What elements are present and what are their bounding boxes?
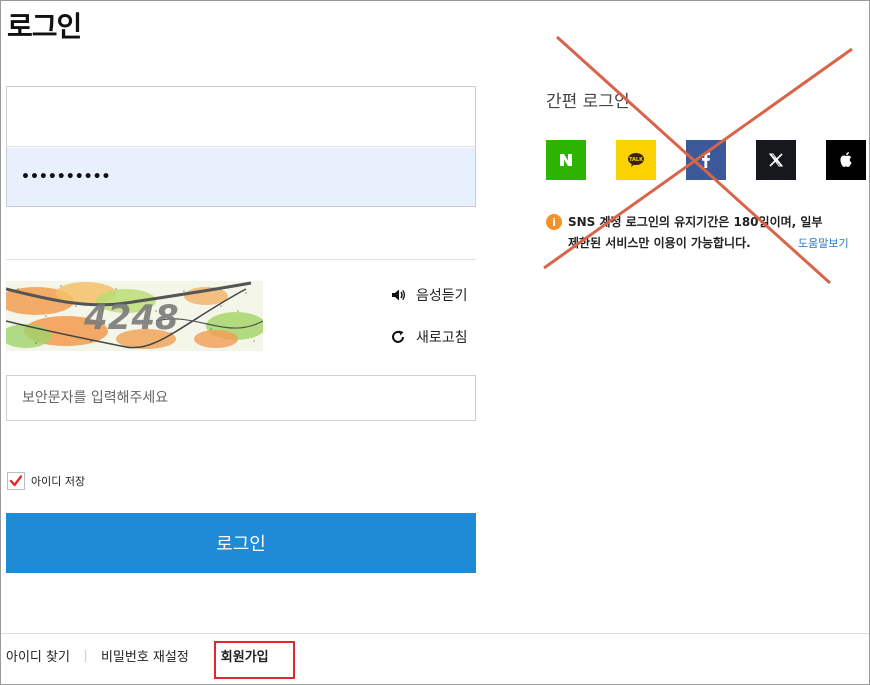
login-button[interactable]: 로그인	[6, 513, 476, 573]
facebook-icon	[702, 152, 711, 168]
naver-login-button[interactable]	[546, 140, 586, 180]
apple-icon	[840, 152, 852, 167]
captcha-input[interactable]	[6, 375, 476, 421]
checkmark-icon	[9, 475, 23, 487]
remember-id-checkbox[interactable]: 아이디 저장	[7, 472, 85, 490]
id-field[interactable]	[7, 87, 475, 147]
help-link[interactable]: 도움말보기	[798, 233, 849, 254]
audio-label: 음성듣기	[416, 288, 468, 304]
credentials-box: ••••••••••	[6, 86, 476, 207]
x-icon	[769, 153, 783, 167]
login-page: 로그인 •••••••••• 4248 음성듣기 새로고침 보안문자를 입력해주…	[0, 0, 870, 685]
speaker-icon	[392, 289, 406, 301]
kakao-icon: TALK	[628, 153, 644, 167]
password-field[interactable]: ••••••••••	[7, 148, 475, 206]
naver-icon	[560, 154, 572, 166]
signup-highlight-box	[214, 641, 295, 679]
captcha-text: 4248	[83, 298, 179, 338]
facebook-login-button[interactable]	[686, 140, 726, 180]
password-mask: ••••••••••	[21, 169, 111, 185]
notice-line-1: SNS 계정 로그인의 유지기간은 180일이며, 일부	[568, 215, 823, 229]
footer-divider	[1, 633, 869, 634]
info-icon: i	[546, 214, 562, 230]
refresh-icon	[392, 330, 404, 343]
x-login-button[interactable]	[756, 140, 796, 180]
kakao-login-button[interactable]: TALK	[616, 140, 656, 180]
apple-login-button[interactable]	[826, 140, 866, 180]
refresh-captcha-button[interactable]: 새로고침	[390, 327, 468, 347]
remember-label: 아이디 저장	[31, 475, 86, 488]
svg-text:TALK: TALK	[629, 157, 644, 163]
page-title: 로그인	[7, 10, 82, 43]
link-separator	[84, 649, 86, 662]
captcha-image: 4248	[6, 281, 263, 351]
divider	[6, 259, 476, 260]
find-id-link[interactable]: 아이디 찾기	[6, 646, 70, 665]
sns-notice: i SNS 계정 로그인의 유지기간은 180일이며, 일부 제한된 서비스만 …	[546, 212, 866, 254]
reset-password-link[interactable]: 비밀번호 재설정	[101, 646, 189, 665]
checkbox[interactable]	[7, 472, 25, 490]
refresh-label: 새로고침	[416, 330, 468, 346]
sns-title: 간편 로그인	[546, 92, 630, 112]
audio-captcha-button[interactable]: 음성듣기	[390, 285, 468, 305]
